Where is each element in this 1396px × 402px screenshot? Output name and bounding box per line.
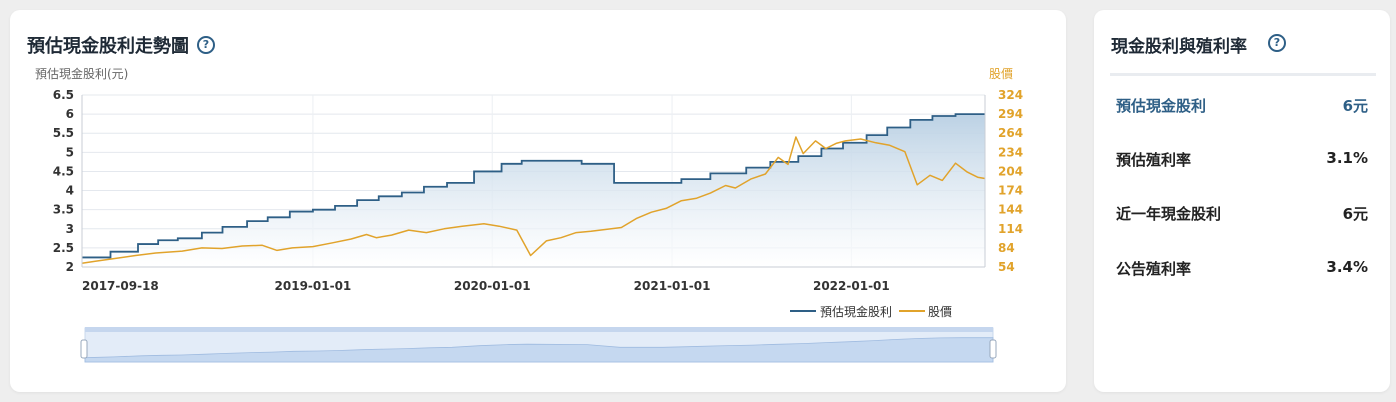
range-handle-right[interactable] <box>989 339 997 359</box>
y-left-tick-label: 3.5 <box>53 203 74 217</box>
dividend-trend-card: 預估現金股利走勢圖 ? 2 2.5 3 3.5 4 4.5 5 5.5 6 6.5 54 84 114 1… <box>10 10 1066 392</box>
stat-label: 預估現金股利 <box>1116 97 1207 115</box>
stat-value: 3.4% <box>1326 258 1368 276</box>
stat-label: 近一年現金股利 <box>1116 205 1222 223</box>
y-right-tick-label: 84 <box>998 241 1015 255</box>
y-left-tick-label: 3 <box>66 222 74 236</box>
y-right-tick-label: 54 <box>998 260 1015 274</box>
legend-dividend-label: 預估現金股利 <box>820 304 892 319</box>
stat-label: 公告殖利率 <box>1116 260 1192 278</box>
y-right-tick-label: 294 <box>998 107 1023 121</box>
range-handle-left[interactable] <box>80 339 88 359</box>
legend-price-label: 股價 <box>928 305 952 319</box>
y-right-axis-label: 股價 <box>989 67 1013 81</box>
y-right-tick-label: 204 <box>998 164 1023 178</box>
x-tick-label: 2022-01-01 <box>813 279 890 293</box>
x-tick-label: 2020-01-01 <box>454 279 531 293</box>
stat-label: 預估殖利率 <box>1116 151 1192 169</box>
y-left-tick-label: 4.5 <box>53 164 74 178</box>
y-left-tick-label: 2.5 <box>53 241 74 255</box>
x-tick-label: 2021-01-01 <box>634 279 711 293</box>
y-left-tick-label: 4 <box>66 184 74 198</box>
stat-row-announced-yield: 公告殖利率 3.4% <box>1116 258 1368 282</box>
range-navigator-top-bar <box>85 327 993 332</box>
y-right-tick-label: 264 <box>998 126 1023 140</box>
y-right-tick-label: 234 <box>998 145 1023 159</box>
stat-value: 6元 <box>1342 205 1368 223</box>
y-left-axis-label: 預估現金股利(元) <box>35 66 128 81</box>
help-icon[interactable]: ? <box>1268 34 1286 52</box>
x-tick-label: 2019-01-01 <box>275 279 352 293</box>
y-left-tick-label: 5.5 <box>53 126 74 140</box>
stat-value: 6元 <box>1342 97 1368 115</box>
dividend-chart: 2 2.5 3 3.5 4 4.5 5 5.5 6 6.5 54 84 114 144 174 204 234 2… <box>35 66 1023 363</box>
stats-title: 現金股利與殖利率 <box>1111 37 1247 57</box>
y-left-tick-label: 5 <box>66 145 74 159</box>
y-left-tick-label: 6 <box>66 107 74 121</box>
dividend-yield-card: 現金股利與殖利率 ? 預估現金股利 6元 預估殖利率 3.1% 近一年現金股利 … <box>1094 10 1390 392</box>
y-left-tick-label: 6.5 <box>53 88 74 102</box>
y-right-tick-label: 144 <box>998 203 1023 217</box>
stat-row-last-year-dividend: 近一年現金股利 6元 <box>1116 203 1368 227</box>
stat-value: 3.1% <box>1326 149 1368 167</box>
x-tick-label: 2017-09-18 <box>82 279 159 293</box>
y-left-tick-label: 2 <box>66 260 74 274</box>
stat-row-estimated-yield: 預估殖利率 3.1% <box>1116 149 1368 173</box>
y-right-tick-label: 174 <box>998 184 1023 198</box>
y-right-tick-label: 324 <box>998 88 1023 102</box>
divider <box>1110 73 1376 76</box>
y-right-tick-label: 114 <box>998 222 1023 236</box>
stat-row-estimated-dividend: 預估現金股利 6元 <box>1116 95 1368 119</box>
